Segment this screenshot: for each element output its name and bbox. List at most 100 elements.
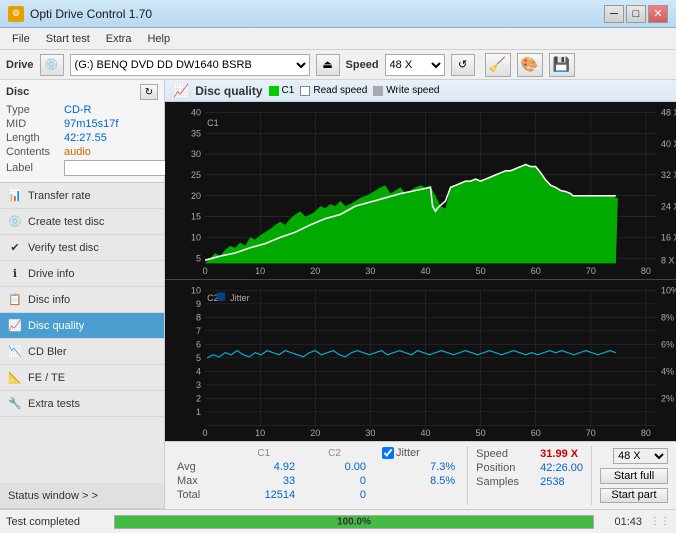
svg-text:4%: 4%	[661, 366, 674, 376]
transfer-rate-icon: 📊	[8, 189, 22, 203]
svg-text:6: 6	[196, 339, 201, 349]
speed-select[interactable]: 48 X	[385, 54, 445, 76]
status-window-button[interactable]: Status window > >	[0, 483, 164, 509]
max-c2: 0	[299, 474, 370, 488]
contents-label: Contents	[6, 146, 64, 158]
label-label: Label	[6, 162, 64, 174]
status-time: 01:43	[602, 516, 642, 528]
svg-text:50: 50	[476, 266, 486, 276]
sidebar-item-fe-te[interactable]: 📐 FE / TE	[0, 365, 164, 391]
drive-info-icon: ℹ	[8, 267, 22, 281]
svg-text:32 X: 32 X	[661, 170, 676, 180]
sidebar-label-disc-quality: Disc quality	[28, 320, 84, 332]
sidebar-label-verify-test-disc: Verify test disc	[28, 242, 99, 254]
col-c1-header: C1	[228, 446, 299, 460]
svg-text:70: 70	[586, 428, 596, 438]
drive-select[interactable]: (G:) BENQ DVD DD DW1640 BSRB	[70, 54, 310, 76]
sidebar-label-transfer-rate: Transfer rate	[28, 190, 91, 202]
svg-text:35: 35	[191, 128, 201, 138]
save-button[interactable]: 💾	[549, 53, 575, 77]
svg-text:7: 7	[196, 326, 201, 336]
eject-button[interactable]: ⏏	[316, 54, 340, 76]
start-full-button[interactable]: Start full	[600, 468, 668, 484]
sidebar-item-verify-test-disc[interactable]: ✔ Verify test disc	[0, 235, 164, 261]
legend-read-label: Read speed	[313, 85, 367, 96]
sidebar-item-create-test-disc[interactable]: 💿 Create test disc	[0, 209, 164, 235]
disc-panel-title: Disc	[6, 86, 29, 98]
speed-info: Speed 31.99 X Position 42:26.00 Samples …	[476, 446, 583, 505]
disc-refresh-button[interactable]: ↻	[140, 84, 158, 100]
extra-tests-icon: 🔧	[8, 397, 22, 411]
content-header: 📈 Disc quality C1 Read speed Write speed	[165, 80, 676, 102]
svg-text:9: 9	[196, 299, 201, 309]
jitter-checkbox[interactable]	[382, 447, 394, 459]
svg-text:10: 10	[255, 266, 265, 276]
legend-c1-color	[269, 86, 279, 96]
total-c2: 0	[299, 488, 370, 502]
svg-text:0: 0	[203, 428, 208, 438]
action-buttons: 48 X Start full Start part	[600, 446, 668, 505]
sidebar-label-drive-info: Drive info	[28, 268, 74, 280]
svg-text:5: 5	[196, 253, 201, 263]
restore-button[interactable]: □	[626, 5, 646, 23]
sidebar-item-disc-quality[interactable]: 📈 Disc quality	[0, 313, 164, 339]
sidebar-item-transfer-rate[interactable]: 📊 Transfer rate	[0, 183, 164, 209]
max-label: Max	[173, 474, 228, 488]
type-value: CD-R	[64, 104, 158, 116]
sidebar-item-drive-info[interactable]: ℹ Drive info	[0, 261, 164, 287]
menu-file[interactable]: File	[4, 31, 38, 47]
fe-te-icon: 📐	[8, 371, 22, 385]
jitter-checkbox-row: Jitter	[382, 447, 455, 459]
svg-text:30: 30	[191, 149, 201, 159]
close-button[interactable]: ✕	[648, 5, 668, 23]
top-chart: 40 35 30 25 20 15 10 5 48 X 40 X 32 X 24…	[165, 102, 676, 279]
status-text: Test completed	[6, 516, 106, 528]
status-dots: ⋮⋮	[650, 516, 670, 527]
svg-text:20: 20	[191, 191, 201, 201]
length-value: 42:27.55	[64, 132, 158, 144]
cd-bler-icon: 📉	[8, 345, 22, 359]
sidebar: Disc ↻ Type CD-R MID 97m15s17f Length 42…	[0, 80, 165, 509]
drive-label: Drive	[6, 59, 34, 71]
svg-text:15: 15	[191, 212, 201, 222]
legend-write-color	[373, 86, 383, 96]
jitter-header: Jitter	[396, 447, 420, 459]
menu-extra[interactable]: Extra	[98, 31, 140, 47]
menu-help[interactable]: Help	[139, 31, 178, 47]
sidebar-item-extra-tests[interactable]: 🔧 Extra tests	[0, 391, 164, 417]
max-c1: 33	[228, 474, 299, 488]
svg-text:4: 4	[196, 366, 201, 376]
legend-c1: C1	[269, 85, 295, 96]
speed-refresh-btn[interactable]: ↺	[451, 54, 475, 76]
svg-text:20: 20	[310, 428, 320, 438]
start-part-button[interactable]: Start part	[600, 488, 668, 504]
progress-bar-container: 100.0%	[114, 515, 594, 529]
drive-bar: Drive 💿 (G:) BENQ DVD DD DW1640 BSRB ⏏ S…	[0, 50, 676, 80]
drive-icon-btn[interactable]: 💿	[40, 54, 64, 76]
svg-text:30: 30	[365, 428, 375, 438]
start-speed-select[interactable]: 48 X	[613, 448, 668, 464]
svg-text:1: 1	[196, 407, 201, 417]
max-jitter: 8.5%	[378, 474, 459, 488]
type-label: Type	[6, 104, 64, 116]
total-jitter	[378, 488, 459, 502]
col-c2-header: C2	[299, 446, 370, 460]
sidebar-item-disc-info[interactable]: 📋 Disc info	[0, 287, 164, 313]
mid-value: 97m15s17f	[64, 118, 158, 130]
svg-text:40: 40	[420, 428, 430, 438]
sidebar-item-cd-bler[interactable]: 📉 CD Bler	[0, 339, 164, 365]
color-button[interactable]: 🎨	[517, 53, 543, 77]
speed-value-stat: 31.99 X	[540, 448, 578, 460]
speed-label: Speed	[346, 59, 379, 71]
menu-bar: File Start test Extra Help	[0, 28, 676, 50]
svg-text:10: 10	[191, 232, 201, 242]
menu-start-test[interactable]: Start test	[38, 31, 98, 47]
sidebar-label-disc-info: Disc info	[28, 294, 70, 306]
svg-text:48 X: 48 X	[661, 107, 676, 117]
minimize-button[interactable]: ─	[604, 5, 624, 23]
svg-text:0: 0	[203, 266, 208, 276]
svg-text:40: 40	[420, 266, 430, 276]
svg-text:25: 25	[191, 170, 201, 180]
eraser-button[interactable]: 🧹	[485, 53, 511, 77]
legend-write-speed: Write speed	[373, 85, 439, 96]
